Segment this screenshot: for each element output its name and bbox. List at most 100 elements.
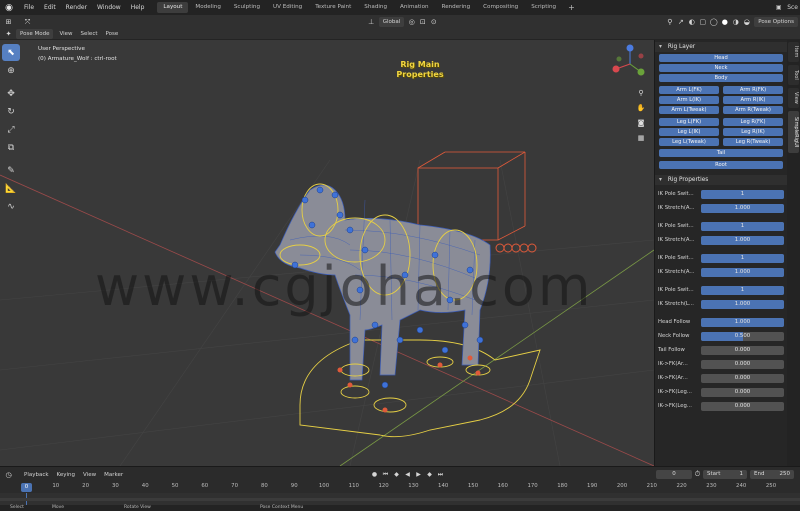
workspace-tab-layout[interactable]: Layout	[157, 2, 189, 13]
transform-pivot-icon[interactable]: ⤧	[22, 17, 33, 27]
timeline-scrollbar[interactable]	[0, 498, 800, 501]
gizmo-icon[interactable]: ↗	[675, 17, 686, 27]
timeline-area[interactable]	[0, 493, 800, 505]
layer-button-tail[interactable]: Tail	[659, 149, 783, 157]
relax-icon[interactable]: ∿	[2, 198, 20, 215]
prev-keyframe-icon[interactable]: ◆	[392, 470, 401, 479]
timeline-menu-marker[interactable]: Marker	[100, 470, 127, 480]
rig-properties-header[interactable]: ▾ Rig Properties	[655, 175, 787, 185]
property-slider[interactable]: 1	[701, 253, 784, 263]
grid-view-icon[interactable]: ▦	[634, 131, 648, 145]
property-slider[interactable]: 1.000	[701, 317, 784, 327]
zoom-icon[interactable]: ⚲	[634, 86, 648, 100]
property-slider[interactable]: 1.000	[701, 267, 784, 277]
rotate-icon[interactable]: ↻	[2, 103, 20, 120]
layer-button-arm-r-tweak[interactable]: Arm R(Tweak)	[723, 106, 783, 114]
workspace-tab-compositing[interactable]: Compositing	[477, 2, 524, 13]
camera-icon[interactable]: ◙	[634, 116, 648, 130]
layer-button-leg-l-fk[interactable]: Leg L(FK)	[659, 118, 719, 126]
timeline-menu-playback[interactable]: Playback	[20, 470, 53, 480]
editor-type-icon[interactable]: ⊞	[3, 17, 14, 27]
layer-button-leg-r-tweak[interactable]: Leg R(Tweak)	[723, 138, 783, 146]
workspace-tab-scripting[interactable]: Scripting	[525, 2, 562, 13]
measure-icon[interactable]: 📐	[2, 180, 20, 197]
timeline-menu-view[interactable]: View	[79, 470, 100, 480]
next-keyframe-icon[interactable]: ◆	[425, 470, 434, 479]
layer-button-arm-l-tweak[interactable]: Arm L(Tweak)	[659, 106, 719, 114]
property-slider[interactable]: 0.000	[701, 387, 784, 397]
rig-layer-header[interactable]: ▾ Rig Layer	[655, 42, 787, 52]
annotate-icon[interactable]: ✎	[2, 162, 20, 179]
pan-hand-icon[interactable]: ✋	[634, 101, 648, 115]
shading-rendered-icon[interactable]: ◒	[741, 17, 752, 27]
3d-viewport[interactable]: www.cgjoha.com User Perspective (0) Arma…	[0, 40, 654, 466]
xray-icon[interactable]: ▢	[697, 17, 708, 27]
select-icon[interactable]: ⬉	[2, 44, 20, 61]
property-slider[interactable]: 1.000	[701, 235, 784, 245]
layer-button-leg-l-tweak[interactable]: Leg L(Tweak)	[659, 138, 719, 146]
end-frame-field[interactable]: End 250	[750, 470, 794, 479]
property-slider[interactable]: 1.000	[701, 299, 784, 309]
menu-help[interactable]: Help	[126, 0, 150, 15]
shading-wire-icon[interactable]: ◯	[708, 17, 719, 27]
workspace-tab-uv-editing[interactable]: UV Editing	[267, 2, 308, 13]
layer-button-arm-r-ik[interactable]: Arm R(IK)	[723, 96, 783, 104]
layer-button-leg-r-fk[interactable]: Leg R(FK)	[723, 118, 783, 126]
viewport-menu-view[interactable]: View	[55, 29, 76, 39]
shading-solid-icon[interactable]: ●	[719, 17, 730, 27]
viewport-menu-pose[interactable]: Pose	[102, 29, 123, 39]
transform-icon[interactable]: ⧉	[2, 139, 20, 156]
scene-selector[interactable]: ▣ Sce	[770, 0, 800, 15]
workspace-tab-sculpting[interactable]: Sculpting	[228, 2, 266, 13]
layer-button-leg-l-ik[interactable]: Leg L(IK)	[659, 128, 719, 136]
scale-icon[interactable]: ⤢	[2, 121, 20, 138]
workspace-tab-animation[interactable]: Animation	[394, 2, 435, 13]
layer-button-root[interactable]: Root	[659, 161, 783, 169]
property-slider[interactable]: 1.000	[701, 203, 784, 213]
proportional-edit-icon[interactable]: ⊙	[428, 17, 439, 27]
menu-edit[interactable]: Edit	[39, 0, 61, 15]
axis-gizmo[interactable]	[605, 42, 654, 82]
playhead[interactable]: 0	[21, 483, 32, 492]
layer-button-neck[interactable]: Neck	[659, 64, 783, 72]
mode-dropdown[interactable]: Pose Mode	[16, 29, 54, 39]
property-slider[interactable]: 1	[701, 285, 784, 295]
sidebar-tab-view[interactable]: View	[788, 88, 799, 108]
timeline-menu-keying[interactable]: Keying	[53, 470, 79, 480]
timeline-editor-icon[interactable]: ◷	[3, 470, 14, 480]
layer-button-head[interactable]: Head	[659, 54, 783, 62]
pose-options-dropdown[interactable]: Pose Options	[754, 17, 798, 27]
sidebar-tab-tool[interactable]: Tool	[788, 65, 799, 85]
sidebar-tab-simplerigui[interactable]: SimpleRigUI	[788, 111, 799, 153]
workspace-tab-shading[interactable]: Shading	[358, 2, 393, 13]
stopwatch-icon[interactable]: ⏱	[692, 470, 703, 480]
timeline-ruler[interactable]: 10 20 30 40 50 60 70 80 90 100 110 120 130 140 150 160 1…	[0, 482, 800, 493]
jump-start-icon[interactable]: ⏮	[381, 470, 390, 479]
property-slider[interactable]: 0.000	[701, 359, 784, 369]
current-frame-field[interactable]: 0	[656, 470, 692, 479]
overlay-icon[interactable]: ◐	[686, 17, 697, 27]
menu-render[interactable]: Render	[61, 0, 92, 15]
property-slider[interactable]: 1	[701, 189, 784, 199]
shading-material-icon[interactable]: ◑	[730, 17, 741, 27]
layer-button-arm-l-ik[interactable]: Arm L(IK)	[659, 96, 719, 104]
menu-window[interactable]: Window	[92, 0, 126, 15]
transform-orientation-dropdown[interactable]: Global	[378, 17, 405, 27]
menu-file[interactable]: File	[19, 0, 39, 15]
property-slider[interactable]: 1	[701, 221, 784, 231]
tail-control[interactable]	[495, 243, 537, 253]
layer-button-arm-l-fk[interactable]: Arm L(FK)	[659, 86, 719, 94]
viewport-menu-select[interactable]: Select	[77, 29, 102, 39]
play-icon[interactable]: ▶	[414, 470, 423, 479]
property-slider[interactable]: 0.000	[701, 373, 784, 383]
record-icon[interactable]: ●	[370, 470, 379, 479]
visibility-icon[interactable]: ⚲	[664, 17, 675, 27]
jump-end-icon[interactable]: ⏭	[436, 470, 445, 479]
layer-button-arm-r-fk[interactable]: Arm R(FK)	[723, 86, 783, 94]
layer-button-leg-r-ik[interactable]: Leg R(IK)	[723, 128, 783, 136]
blender-logo-icon[interactable]: ◉	[3, 2, 15, 14]
cursor-icon[interactable]: ⊕	[2, 62, 20, 79]
navigation-gizmo[interactable]: ⚲ ✋ ◙ ▦	[605, 42, 654, 152]
pivot-icon[interactable]: ◎	[406, 17, 417, 27]
move-icon[interactable]: ✥	[2, 85, 20, 102]
